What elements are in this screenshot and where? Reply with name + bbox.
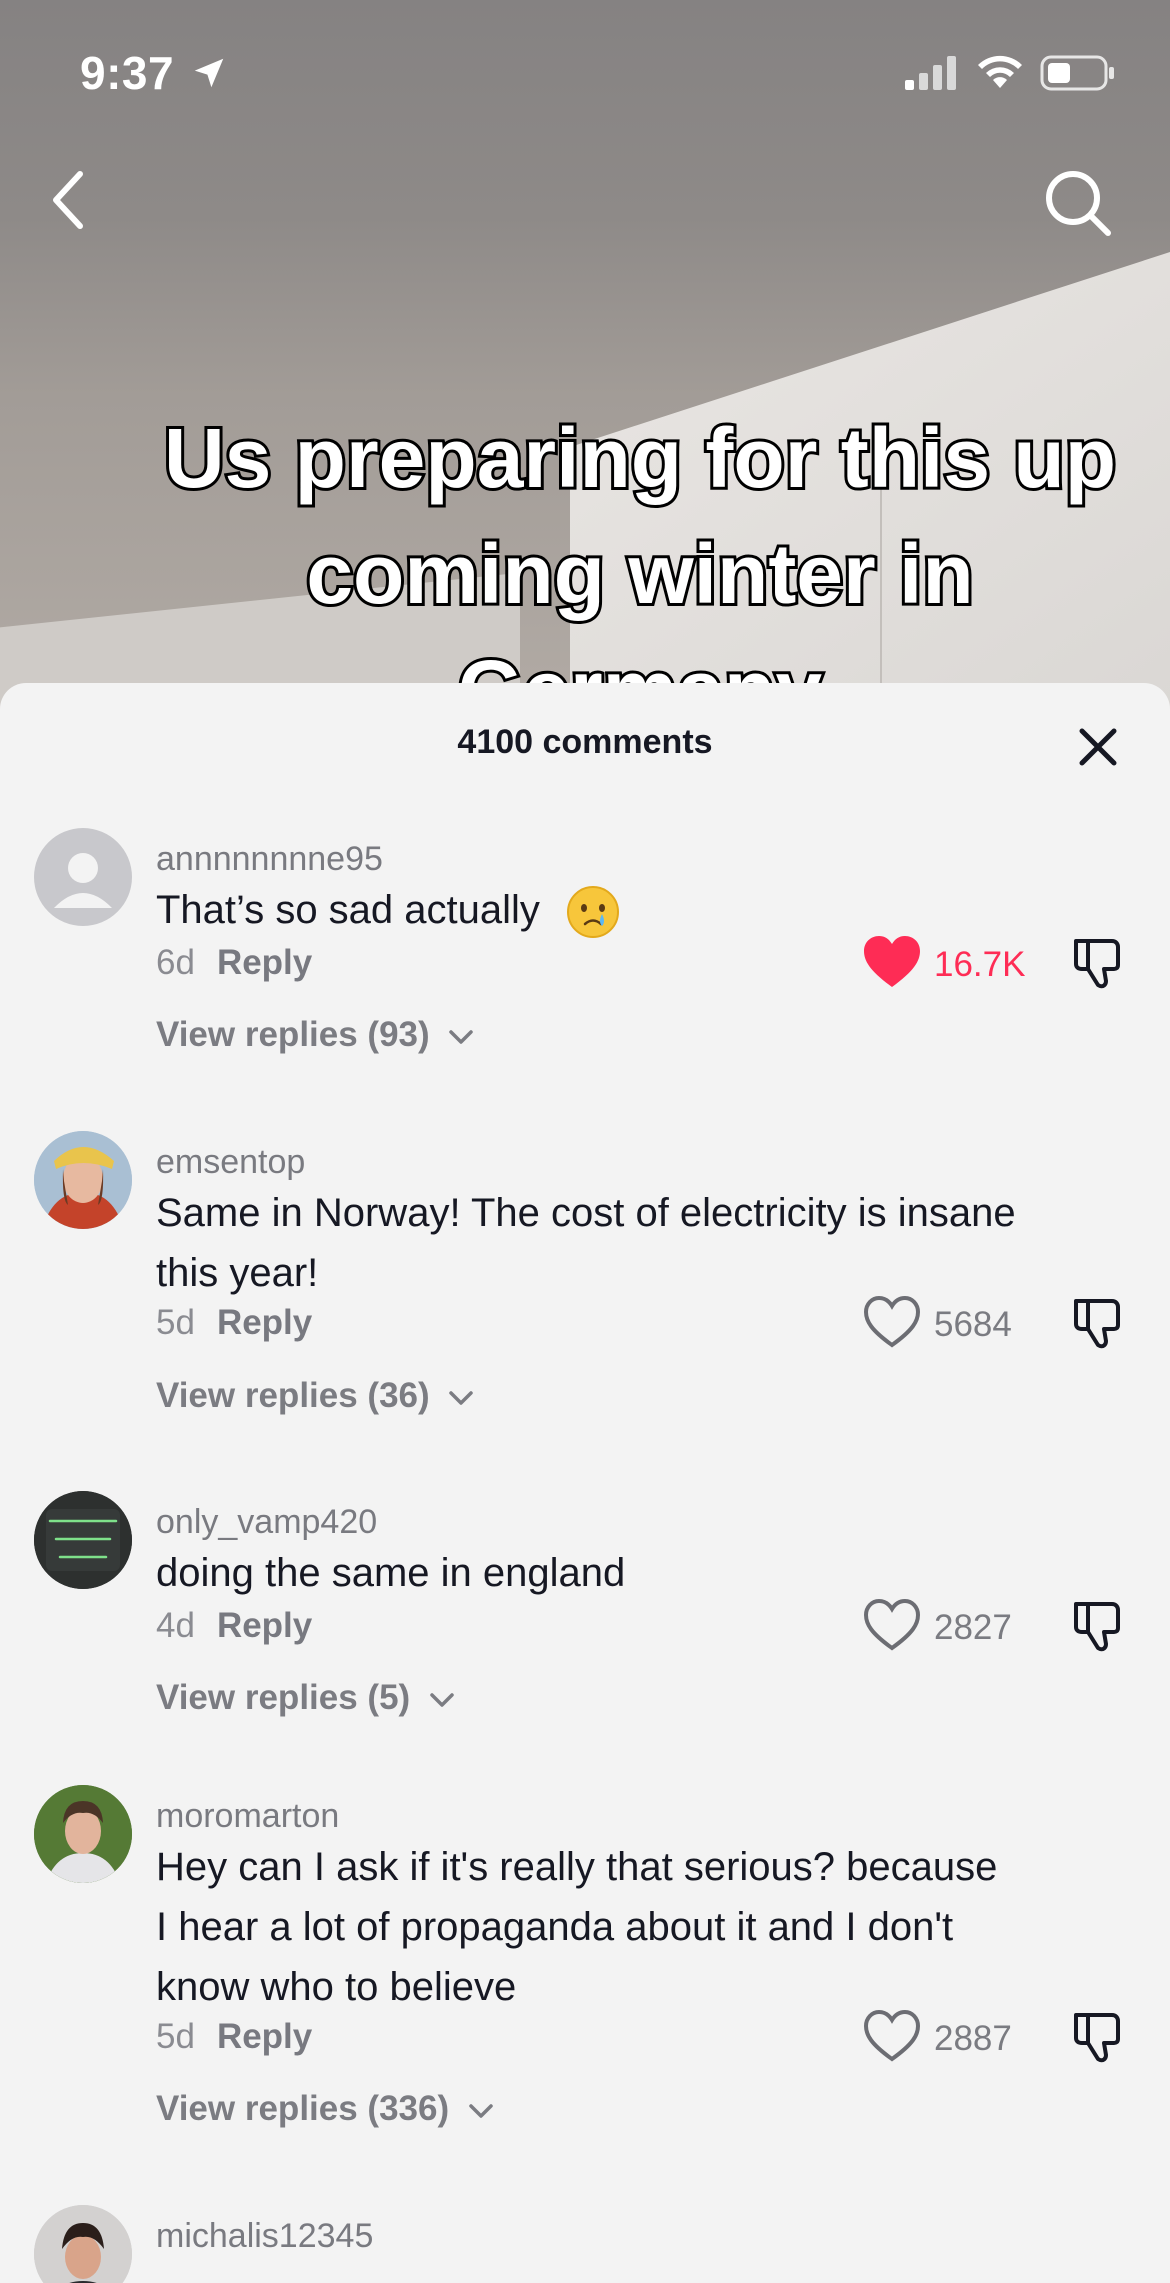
comment-item: annnnnnnne95 That’s so sad actually 6d Re… [0,828,1170,1118]
crying-face-icon [567,886,620,939]
view-replies-button[interactable]: View replies (93) [156,1015,475,1055]
reply-button[interactable]: Reply [217,2017,312,2056]
view-replies-label: View replies (336) [156,2089,450,2128]
comment-item: emsentop Same in Norway! The cost of ele… [0,1131,1170,1441]
chevron-down-icon [469,2104,493,2118]
avatar-user-photo[interactable] [34,1131,132,1229]
user-photo-image [34,2205,132,2283]
view-replies-button[interactable]: View replies (36) [156,1376,475,1416]
comment-username[interactable]: annnnnnnne95 [156,840,383,879]
comment-username[interactable]: michalis12345 [156,2217,373,2256]
heart-filled-icon[interactable] [862,935,922,989]
avatar-neon-sign[interactable] [34,1491,132,1589]
reply-button[interactable]: Reply [217,943,312,982]
like-count: 2827 [934,1608,1012,1647]
comment-item: only_vamp420 doing the same in england 4… [0,1491,1170,1751]
comment-username[interactable]: emsentop [156,1143,305,1182]
thumbs-down-icon[interactable] [1070,2009,1126,2065]
user-photo-image [34,1785,132,1883]
comment-text-content: That’s so sad actually [156,888,540,932]
avatar-user-photo[interactable] [34,2205,132,2283]
thumbs-down-icon[interactable] [1070,1598,1126,1654]
chevron-down-icon [449,1030,474,1044]
thumbs-down-icon[interactable] [1070,1295,1126,1351]
view-replies-label: View replies (36) [156,1376,430,1415]
status-bar: 9:37 [0,0,1170,140]
like-count: 16.7K [934,945,1026,984]
view-replies-button[interactable]: View replies (5) [156,1678,456,1718]
default-user-icon [54,853,112,908]
avatar-user-photo[interactable] [34,1785,132,1883]
reply-button[interactable]: Reply [217,1303,312,1342]
comment-text: Same in Norway! The cost of electricity … [156,1191,1016,1295]
status-time: 9:37 [80,47,175,99]
user-photo-image [34,1131,132,1229]
comment-age: 6d [156,943,195,982]
cellular-signal-icon [905,56,956,90]
thumbs-down-icon[interactable] [1070,935,1126,991]
comment-meta: 4d Reply [156,1606,312,1646]
avatar-default[interactable] [34,828,132,926]
heart-outline-icon[interactable] [862,2009,922,2063]
comment-item: michalis12345 [0,2205,1170,2283]
comment-username[interactable]: moromarton [156,1797,339,1836]
view-replies-button[interactable]: View replies (336) [156,2089,495,2129]
back-icon[interactable] [40,160,100,240]
comment-age: 5d [156,1303,195,1342]
comment-age: 5d [156,2017,195,2056]
comment-meta: 5d Reply [156,1303,312,1343]
heart-outline-icon[interactable] [862,1295,922,1349]
wifi-icon [978,55,1022,88]
comment-text: Hey can I ask if it's really that seriou… [156,1845,998,2009]
close-icon[interactable] [1076,725,1120,769]
comment-username[interactable]: only_vamp420 [156,1503,377,1542]
neon-sign-image [34,1491,132,1589]
battery-icon [1040,55,1114,91]
comment-item: moromarton Hey can I ask if it's really … [0,1785,1170,2155]
like-count: 2887 [934,2019,1012,2058]
comment-text: doing the same in england [156,1551,626,1595]
location-arrow-icon [194,58,224,88]
comment-age: 4d [156,1606,195,1645]
reply-button[interactable]: Reply [217,1606,312,1645]
heart-outline-icon[interactable] [862,1598,922,1652]
view-replies-label: View replies (5) [156,1678,411,1717]
chevron-down-icon [449,1391,474,1405]
search-icon[interactable] [1040,165,1116,241]
comments-sheet: 4100 comments annnnnnnne95 That’s so sad… [0,683,1170,2283]
comments-count-title: 4100 comments [457,723,713,761]
comment-meta: 5d Reply [156,2017,312,2057]
comment-meta: 6d Reply [156,943,312,983]
comment-text: That’s so sad actually [156,880,1016,940]
chevron-down-icon [430,1693,454,1707]
view-replies-label: View replies (93) [156,1015,430,1054]
like-count: 5684 [934,1305,1012,1344]
